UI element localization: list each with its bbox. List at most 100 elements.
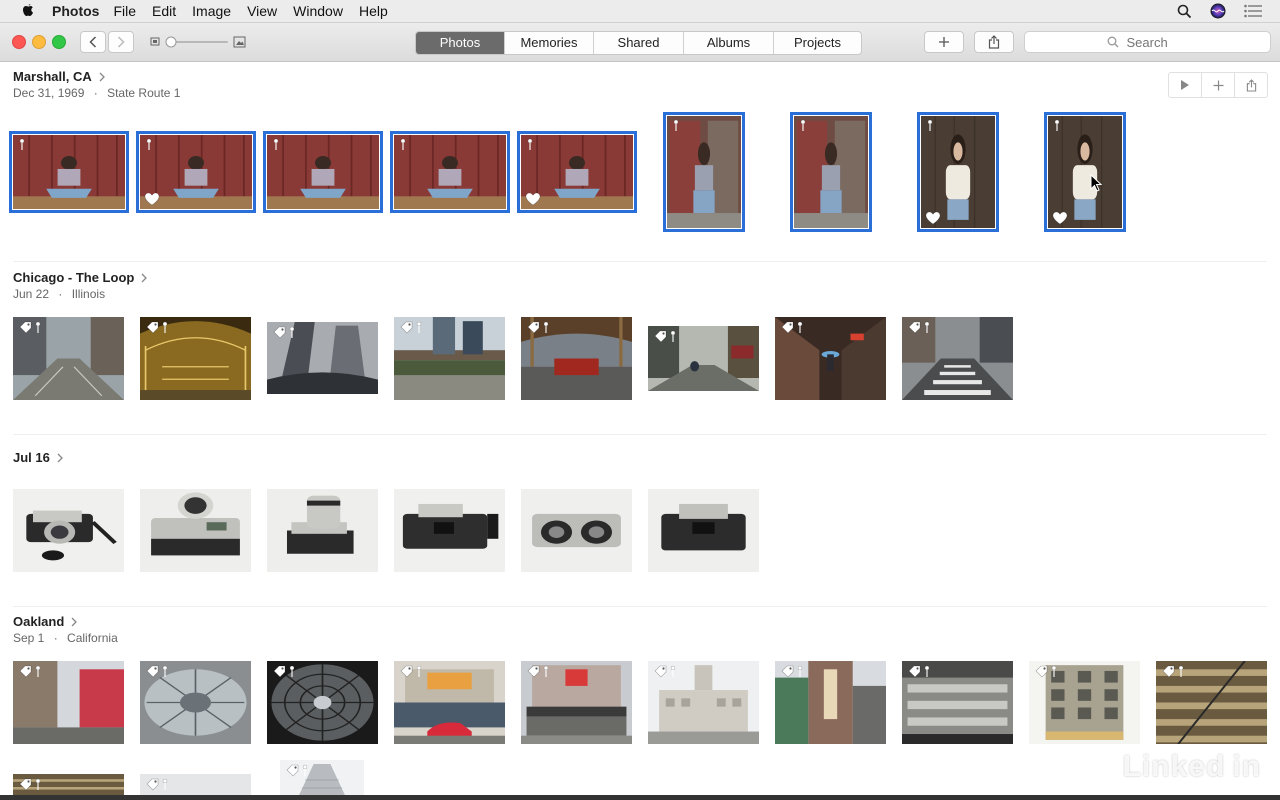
keyword-tag-icon [400, 321, 422, 334]
photo-thumbnail[interactable] [267, 322, 378, 394]
play-icon [1181, 80, 1189, 90]
photo-thumbnail[interactable] [13, 489, 124, 572]
photo-image [140, 489, 251, 572]
photo-thumbnail[interactable] [648, 489, 759, 572]
photo-thumbnail[interactable] [663, 112, 745, 232]
photo-thumbnail[interactable] [521, 661, 632, 744]
menu-window[interactable]: Window [293, 3, 343, 19]
tab-memories[interactable]: Memories [504, 32, 593, 54]
photo-thumbnail[interactable] [140, 489, 251, 572]
keyword-tag-icon [1035, 665, 1057, 678]
dock-edge [0, 795, 1280, 800]
close-window-button[interactable] [12, 35, 26, 49]
chevron-right-icon [141, 273, 148, 282]
tab-projects[interactable]: Projects [773, 32, 861, 54]
photo-thumbnail[interactable] [902, 317, 1013, 400]
notification-list-icon[interactable] [1244, 4, 1262, 18]
photo-thumbnail[interactable] [648, 661, 759, 744]
heart-icon[interactable] [925, 211, 941, 225]
tab-photos[interactable]: Photos [416, 32, 504, 54]
separator-dot: · [93, 86, 98, 100]
moment-title[interactable]: Jul 16 [13, 450, 64, 465]
photo-thumbnail[interactable] [775, 317, 886, 400]
photo-thumbnail[interactable] [280, 760, 364, 800]
zoom-slider[interactable] [150, 35, 246, 49]
view-tabs: Photos Memories Shared Albums Projects [415, 31, 862, 55]
minimize-window-button[interactable] [32, 35, 46, 49]
heart-icon[interactable] [1052, 211, 1068, 225]
photo-thumbnail[interactable] [267, 661, 378, 744]
tab-shared[interactable]: Shared [593, 32, 683, 54]
siri-icon[interactable] [1210, 3, 1226, 19]
photo-thumbnail[interactable] [521, 489, 632, 572]
photo-thumbnail[interactable] [521, 317, 632, 400]
add-button[interactable] [924, 31, 964, 53]
photo-thumbnail[interactable] [267, 489, 378, 572]
keyword-tag-icon [908, 665, 930, 678]
spotlight-search-icon[interactable] [1177, 4, 1192, 19]
search-icon [1107, 36, 1118, 48]
heart-icon[interactable] [144, 192, 160, 206]
photo-thumbnail[interactable] [9, 131, 129, 213]
photo-thumbnail[interactable] [263, 131, 383, 213]
chevron-right-icon [117, 36, 125, 48]
menu-help[interactable]: Help [359, 3, 388, 19]
location-pin-icon [146, 138, 152, 150]
menu-view[interactable]: View [247, 3, 277, 19]
photo-thumbnail[interactable] [917, 112, 999, 232]
location-pin-icon [527, 138, 533, 150]
menu-file[interactable]: File [113, 3, 136, 19]
menu-edit[interactable]: Edit [152, 3, 176, 19]
share-icon [988, 35, 1000, 49]
zoom-window-button[interactable] [52, 35, 66, 49]
photo-thumbnail[interactable] [1156, 661, 1267, 744]
share-icon [1246, 78, 1256, 92]
photo-thumbnail[interactable] [1029, 661, 1140, 744]
section-divider [13, 261, 1267, 262]
moment-title[interactable]: Chicago - The Loop [13, 270, 148, 285]
moment-date: Jun 22 [13, 287, 50, 301]
share-button[interactable] [974, 31, 1014, 53]
keyword-tag-icon [286, 764, 308, 777]
photo-thumbnail[interactable] [517, 131, 637, 213]
keyword-tag-icon [654, 665, 676, 678]
photo-thumbnail[interactable] [1044, 112, 1126, 232]
add-to-button[interactable] [1201, 73, 1234, 97]
keyword-tag-icon [908, 321, 930, 334]
photo-thumbnail[interactable] [790, 112, 872, 232]
back-button[interactable] [80, 31, 106, 53]
menu-image[interactable]: Image [192, 3, 231, 19]
moment-title[interactable]: Oakland [13, 614, 78, 629]
photo-thumbnail[interactable] [648, 326, 759, 391]
photo-thumbnail[interactable] [394, 317, 505, 400]
chevron-right-icon [99, 72, 105, 81]
forward-button[interactable] [108, 31, 134, 53]
photo-thumbnail[interactable] [136, 131, 256, 213]
photos-content: Marshall, CA Dec 31, 1969 · State Route … [0, 62, 1280, 800]
moment-location: California [67, 631, 118, 645]
search-field[interactable] [1024, 31, 1271, 53]
keyword-tag-icon [19, 321, 41, 334]
slideshow-button[interactable] [1169, 73, 1201, 97]
location-pin-icon [19, 138, 25, 150]
photo-thumbnail[interactable] [775, 661, 886, 744]
keyword-tag-icon [654, 330, 676, 343]
photo-thumbnail[interactable] [394, 489, 505, 572]
share-moment-button[interactable] [1234, 73, 1267, 97]
keyword-tag-icon [146, 321, 168, 334]
search-input[interactable] [1124, 33, 1189, 51]
photo-thumbnail[interactable] [140, 661, 251, 744]
photo-thumbnail[interactable] [13, 317, 124, 400]
tab-albums[interactable]: Albums [683, 32, 773, 54]
keyword-tag-icon [19, 665, 41, 678]
photo-thumbnail[interactable] [13, 661, 124, 744]
photo-thumbnail[interactable] [390, 131, 510, 213]
photo-thumbnail[interactable] [140, 317, 251, 400]
moment-title[interactable]: Marshall, CA [13, 69, 106, 84]
photo-image [13, 489, 124, 572]
photo-thumbnail[interactable] [394, 661, 505, 744]
app-name-menu[interactable]: Photos [52, 3, 99, 19]
heart-icon[interactable] [525, 192, 541, 206]
apple-icon[interactable] [20, 3, 36, 19]
photo-thumbnail[interactable] [902, 661, 1013, 744]
